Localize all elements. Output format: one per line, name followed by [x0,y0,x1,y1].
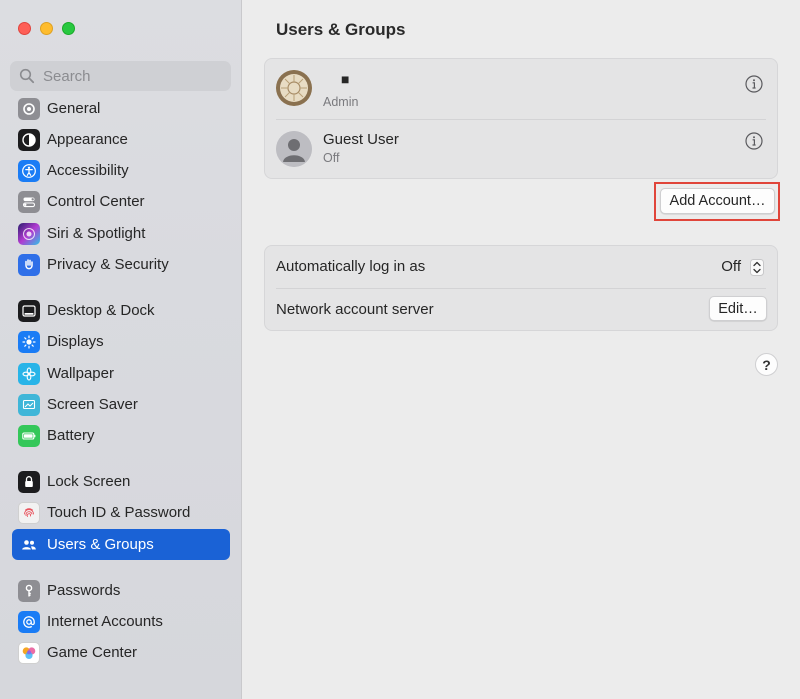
sidebar-item-label: Screen Saver [47,396,138,413]
main-content: Users & Groups ■ Admin Guest User Off Ad… [243,0,800,699]
sidebar-item-label: Privacy & Security [47,256,169,273]
help-button[interactable]: ? [755,353,778,376]
sidebar-item-label: Touch ID & Password [47,504,191,521]
sidebar-item-label: Siri & Spotlight [47,225,146,242]
lock-icon [18,470,40,493]
sidebar-item-passwords[interactable]: Passwords [12,575,230,606]
appearance-icon [18,128,40,151]
hand-icon [18,253,40,276]
user-row-guest[interactable]: Guest User Off [265,119,777,179]
auto-login-row: Automatically log in as Off [265,246,777,288]
user-name: Guest User [323,131,399,148]
sidebar-item-label: Displays [47,333,104,350]
sidebar-item-label: Game Center [47,644,138,661]
sidebar-item-label: Desktop & Dock [47,302,155,319]
sidebar-item-game-center[interactable]: Game Center [12,637,230,668]
at-icon [18,610,40,633]
window-controls [18,22,75,35]
auto-login-label: Automatically log in as [276,258,426,275]
sidebar-item-control-center[interactable]: Control Center [12,186,230,217]
edit-button[interactable]: Edit… [709,296,767,321]
search-placeholder: Search [43,67,91,85]
user-role: Off [323,151,340,165]
sidebar-item-users-groups[interactable]: Users & Groups [12,529,230,560]
system-settings-window: Search General Appearance Accessibility … [0,0,800,699]
desktop-dock-icon [18,299,40,322]
key-icon [18,579,40,602]
popup-stepper-icon[interactable] [750,259,764,276]
sidebar-item-general[interactable]: General [12,93,230,124]
page-title: Users & Groups [276,20,406,39]
avatar [276,70,312,106]
accessibility-icon [18,159,40,182]
battery-icon [18,424,40,447]
sidebar-item-touch-id-password[interactable]: Touch ID & Password [12,497,230,528]
add-account-button[interactable]: Add Account… [660,188,775,214]
sidebar-item-siri-spotlight[interactable]: Siri & Spotlight [12,218,230,249]
sidebar-item-label: Users & Groups [47,536,154,553]
sidebar-item-internet-accounts[interactable]: Internet Accounts [12,606,230,637]
login-settings: Automatically log in as Off Network acco… [264,245,778,331]
sidebar: Search General Appearance Accessibility … [0,0,242,699]
user-row-admin[interactable]: ■ Admin [265,59,777,119]
minimize-window-button[interactable] [40,22,53,35]
sidebar-item-label: Lock Screen [47,473,131,490]
avatar [276,131,312,167]
control-center-icon [18,190,40,213]
users-list: ■ Admin Guest User Off [264,58,778,179]
gear-icon [18,97,40,120]
fingerprint-icon [18,501,40,524]
network-server-label: Network account server [276,301,434,318]
auto-login-value[interactable]: Off [721,258,741,275]
info-icon[interactable] [745,75,763,93]
sidebar-item-label: General [47,100,101,117]
game-center-icon [18,641,40,664]
sidebar-search-field[interactable]: Search [10,61,231,91]
user-role: Admin [323,95,359,109]
search-icon [19,68,35,84]
siri-icon [18,222,40,245]
sidebar-item-screen-saver[interactable]: Screen Saver [12,389,230,420]
screen-saver-icon [18,393,40,416]
sidebar-item-wallpaper[interactable]: Wallpaper [12,358,230,389]
sidebar-item-accessibility[interactable]: Accessibility [12,155,230,186]
close-window-button[interactable] [18,22,31,35]
sidebar-item-desktop-dock[interactable]: Desktop & Dock [12,295,230,326]
user-name: ■ [341,71,350,87]
sidebar-item-label: Wallpaper [47,365,114,382]
displays-icon [18,330,40,353]
users-icon [18,533,40,556]
sidebar-item-appearance[interactable]: Appearance [12,124,230,155]
sidebar-item-label: Passwords [47,582,121,599]
sidebar-item-displays[interactable]: Displays [12,326,230,357]
sidebar-item-label: Appearance [47,131,128,148]
wallpaper-icon [18,362,40,385]
sidebar-item-label: Internet Accounts [47,613,163,630]
info-icon[interactable] [745,132,763,150]
sidebar-item-battery[interactable]: Battery [12,420,230,451]
sidebar-item-privacy-security[interactable]: Privacy & Security [12,249,230,280]
network-server-row: Network account server Edit… [265,289,777,331]
sidebar-item-lock-screen[interactable]: Lock Screen [12,466,230,497]
zoom-window-button[interactable] [62,22,75,35]
sidebar-item-label: Battery [47,427,95,444]
sidebar-item-label: Accessibility [47,162,129,179]
sidebar-item-label: Control Center [47,193,145,210]
